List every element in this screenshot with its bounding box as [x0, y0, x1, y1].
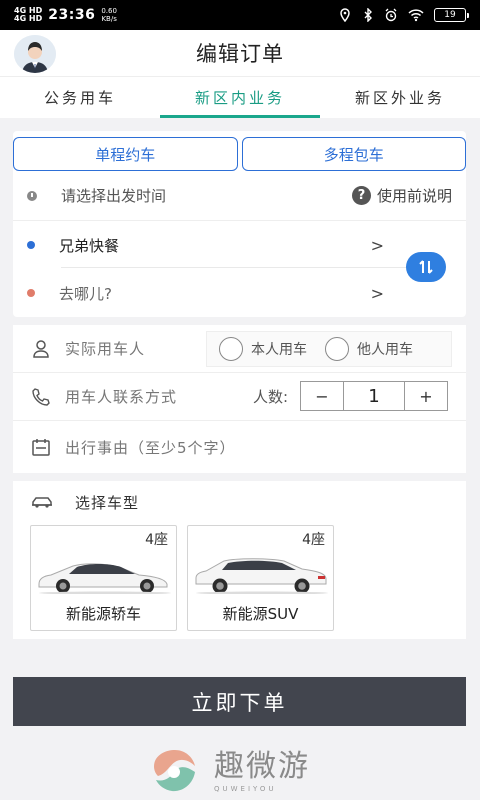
avatar[interactable]: [14, 35, 56, 73]
passenger-card: 实际用车人 本人用车 他人用车 用车人联系方式 人数: − 1 + 出行事由（至…: [13, 325, 466, 473]
chevron-right-icon: >: [370, 283, 384, 303]
trip-card: 单程约车 多程包车 请选择出发时间 ? 使用前说明 兄弟快餐 > 去哪儿? >: [13, 131, 466, 317]
quweiyou-logo-icon: [154, 750, 195, 792]
destination-row[interactable]: 去哪儿? >: [13, 269, 466, 317]
brand-name: 趣微游: [214, 748, 310, 784]
status-bar: 4G HD 4G HD 23:36 0.60 KB/s 19: [0, 0, 480, 30]
usage-guide-label: 使用前说明: [376, 187, 452, 205]
passenger-type-radio-group: 本人用车 他人用车: [206, 331, 452, 367]
origin-value: 兄弟快餐: [59, 236, 120, 255]
sedan-image: [38, 563, 171, 594]
tab-new-district-internal[interactable]: 新区内业务: [160, 77, 320, 118]
trip-type-toggle: 单程约车 多程包车: [13, 131, 466, 171]
usage-guide-link[interactable]: ? 使用前说明: [351, 185, 452, 206]
clock-icon: [27, 190, 37, 201]
suv-image: [195, 558, 328, 594]
departure-time-placeholder: 请选择出发时间: [61, 187, 167, 205]
tab-official-car[interactable]: 公务用车: [0, 77, 160, 118]
question-icon: ?: [351, 186, 371, 205]
vehicle-type-card: 选择车型 4座 新能源轿车 4座 新能源SUV: [13, 481, 466, 639]
trip-reason-row: 出行事由（至少5个字）: [13, 421, 466, 473]
tab-new-district-external[interactable]: 新区外业务: [320, 77, 480, 118]
contact-row: 用车人联系方式 人数: − 1 +: [13, 373, 466, 421]
contact-input[interactable]: 用车人联系方式: [65, 386, 177, 407]
alarm-icon: [385, 8, 397, 22]
trip-reason-input[interactable]: 出行事由（至少5个字）: [65, 437, 236, 458]
seat-count: 4座: [145, 532, 168, 548]
destination-dot-icon: [27, 289, 35, 297]
origin-dot-icon: [27, 241, 35, 249]
vehicle-option-sedan[interactable]: 4座 新能源轿车: [30, 525, 177, 631]
vehicle-name: 新能源SUV: [222, 605, 299, 623]
vehicle-type-title: 选择车型: [75, 493, 140, 512]
battery-icon: 19: [434, 8, 469, 22]
brand-watermark: 趣微游 QUWEIYOU: [150, 745, 340, 797]
route-divider: [61, 267, 416, 268]
origin-row[interactable]: 兄弟快餐 >: [13, 221, 466, 269]
radio-self[interactable]: 本人用车: [219, 337, 307, 361]
decrement-button[interactable]: −: [301, 382, 343, 410]
seat-count: 4座: [302, 532, 325, 548]
bluetooth-icon: [364, 8, 372, 22]
radio-other[interactable]: 他人用车: [325, 337, 413, 361]
network-indicator: 4G HD 4G HD: [14, 6, 43, 23]
departure-time-row[interactable]: 请选择出发时间 ? 使用前说明: [13, 171, 466, 221]
calendar-icon: [32, 439, 50, 456]
radio-circle[interactable]: [325, 337, 349, 361]
network-speed: 0.60 KB/s: [101, 7, 117, 23]
wifi-icon: [408, 9, 424, 22]
phone-icon: [32, 387, 50, 406]
multi-trip-button[interactable]: 多程包车: [241, 137, 466, 171]
person-icon: [33, 339, 49, 358]
vehicle-name: 新能源轿车: [65, 605, 141, 623]
vehicle-type-header: 选择车型: [13, 481, 466, 523]
app-header: 编辑订单: [0, 30, 480, 76]
single-trip-button[interactable]: 单程约车: [13, 137, 238, 171]
passenger-count-label: 人数:: [252, 388, 288, 406]
passenger-count-value[interactable]: 1: [343, 382, 405, 410]
business-tabs: 公务用车 新区内业务 新区外业务: [0, 76, 480, 118]
place-order-button[interactable]: 立即下单: [13, 677, 466, 726]
car-icon: [32, 497, 52, 508]
destination-placeholder: 去哪儿?: [59, 284, 112, 303]
chevron-right-icon: >: [370, 235, 384, 255]
swap-route-button[interactable]: [406, 252, 446, 282]
vehicle-option-suv[interactable]: 4座 新能源SUV: [187, 525, 334, 631]
increment-button[interactable]: +: [405, 382, 447, 410]
page-title: 编辑订单: [196, 42, 284, 66]
clock: 23:36: [48, 7, 96, 23]
passenger-count-stepper: − 1 +: [300, 381, 448, 411]
user-avatar-icon: [14, 35, 56, 73]
radio-circle[interactable]: [219, 337, 243, 361]
passenger-name-input[interactable]: 实际用车人: [65, 338, 145, 359]
passenger-name-row: 实际用车人 本人用车 他人用车: [13, 325, 466, 373]
swap-icon: [419, 260, 433, 274]
brand-subtitle: QUWEIYOU: [214, 784, 277, 793]
location-icon: [340, 8, 350, 22]
vehicle-options: 4座 新能源轿车 4座 新能源SUV: [13, 523, 466, 633]
